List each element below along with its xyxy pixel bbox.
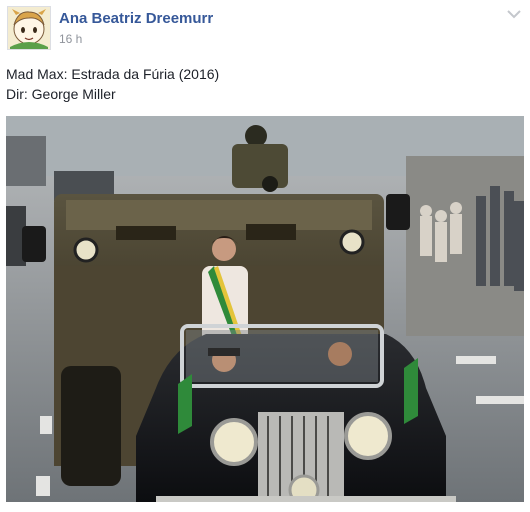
cartoon-avatar-icon (8, 7, 50, 49)
post-timestamp[interactable]: 16 h (59, 32, 82, 46)
author-name-link[interactable]: Ana Beatriz Dreemurr (59, 10, 213, 27)
post-options-button[interactable] (504, 6, 524, 22)
author-avatar[interactable] (7, 6, 51, 50)
post-photo[interactable] (6, 116, 524, 502)
feed-post: Ana Beatriz Dreemurr 16 h Mad Max: Estra… (0, 0, 530, 512)
post-body-text: Mad Max: Estrada da Fúria (2016) Dir: Ge… (6, 64, 219, 104)
parade-photo-image (6, 116, 524, 502)
post-text-line: Mad Max: Estrada da Fúria (2016) (6, 66, 220, 82)
post-text-line: Dir: George Miller (6, 86, 116, 102)
chevron-down-icon (507, 10, 521, 19)
